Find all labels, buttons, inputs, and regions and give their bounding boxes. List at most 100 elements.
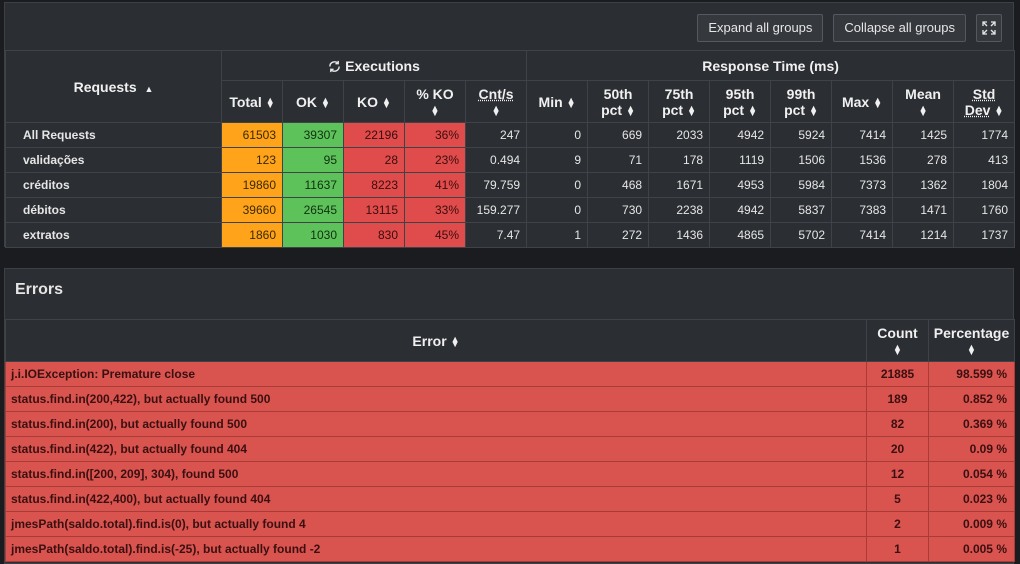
error-message: status.find.in([200, 209], 304), found 5…: [5, 461, 867, 487]
cell-total: 123: [221, 147, 283, 173]
error-pct: 0.054 %: [928, 461, 1015, 487]
col-std-dev[interactable]: Std Dev ▲ ▼: [953, 80, 1016, 123]
cell-cnt: 247: [464, 122, 528, 148]
fullscreen-button[interactable]: [976, 14, 1002, 42]
cell-p75: 2033: [648, 122, 711, 148]
cell-mean: 278: [892, 147, 955, 173]
error-pct: 0.09 %: [928, 436, 1015, 462]
cell-total: 61503: [221, 122, 283, 148]
error-pct: 0.852 %: [928, 386, 1015, 412]
error-row: jmesPath(saldo.total).find.is(0), but ac…: [5, 511, 1015, 537]
sort-icon: ▲ ▼: [491, 102, 501, 118]
toolbar: Expand all groups Collapse all groups: [697, 14, 1002, 42]
sort-icon: ▲ ▼: [382, 94, 391, 110]
cell-p95: 4865: [709, 222, 772, 248]
col-p95[interactable]: 95th pct ▲ ▼: [709, 80, 772, 123]
error-pct: 0.005 %: [928, 536, 1015, 562]
error-pct: 0.009 %: [928, 511, 1015, 537]
sort-icon: ▲ ▼: [321, 94, 330, 110]
error-count: 1: [866, 536, 929, 562]
col-max[interactable]: Max ▲ ▼: [831, 80, 894, 123]
request-row[interactable]: débitos 39660 26545 13115 33% 159.277 0 730 2238…: [5, 197, 1016, 223]
request-row[interactable]: créditos 19860 11637 8223 41% 79.759 0 468 1671 4…: [5, 172, 1016, 198]
col-pct-ko[interactable]: % KO ▲ ▼: [404, 80, 466, 123]
cell-mean: 1214: [892, 222, 955, 248]
cell-ok: 26545: [282, 197, 344, 223]
cell-std: 1774: [953, 122, 1016, 148]
cell-cnt: 159.277: [464, 197, 528, 223]
expand-all-groups-button[interactable]: Expand all groups: [697, 14, 824, 42]
cell-name[interactable]: validações: [5, 147, 222, 173]
cell-p99: 5837: [770, 197, 833, 223]
error-row: status.find.in(422), but actually found …: [5, 436, 1015, 462]
cell-p50: 468: [587, 172, 650, 198]
col-p75[interactable]: 75th pct ▲ ▼: [648, 80, 711, 123]
cell-ok: 1030: [282, 222, 344, 248]
col-min[interactable]: Min ▲ ▼: [526, 80, 589, 123]
all-requests-row[interactable]: All Requests 61503 39307 22196 36% 247 0 669 203…: [5, 122, 1016, 148]
cell-pko: 23%: [404, 147, 466, 173]
cell-name[interactable]: All Requests: [5, 122, 222, 148]
requests-column-header[interactable]: Requests ▲: [5, 50, 222, 123]
error-row: status.find.in(200), but actually found …: [5, 411, 1015, 437]
col-mean[interactable]: Mean ▲ ▼: [892, 80, 955, 123]
error-message: status.find.in(200,422), but actually fo…: [5, 386, 867, 412]
cell-p50: 669: [587, 122, 650, 148]
error-message: status.find.in(200), but actually found …: [5, 411, 867, 437]
error-pct: 98.599 %: [928, 361, 1015, 387]
cell-min: 0: [526, 122, 589, 148]
cell-ko: 22196: [343, 122, 405, 148]
cell-p95: 4942: [709, 197, 772, 223]
col-error[interactable]: Error ▲ ▼: [5, 319, 867, 362]
cell-min: 0: [526, 197, 589, 223]
error-row: status.find.in([200, 209], 304), found 5…: [5, 461, 1015, 487]
cell-min: 0: [526, 172, 589, 198]
cell-p99: 5702: [770, 222, 833, 248]
sort-icon: ▲ ▼: [873, 94, 883, 110]
request-row[interactable]: validações 123 95 28 23% 0.494 9 71 178 1119 1506 1…: [5, 147, 1016, 173]
error-message: status.find.in(422,400), but actually fo…: [5, 486, 867, 512]
col-cnt-per-sec[interactable]: Cnt/s ▲ ▼: [464, 80, 528, 123]
cell-max: 7383: [831, 197, 894, 223]
error-row: status.find.in(422,400), but actually fo…: [5, 486, 1015, 512]
cell-ko: 28: [343, 147, 405, 173]
cell-ko: 830: [343, 222, 405, 248]
cell-name[interactable]: débitos: [5, 197, 222, 223]
cell-ok: 11637: [282, 172, 344, 198]
col-p99[interactable]: 99th pct ▲ ▼: [770, 80, 833, 123]
cell-p75: 178: [648, 147, 711, 173]
error-count: 12: [866, 461, 929, 487]
cell-ko: 8223: [343, 172, 405, 198]
cell-pko: 41%: [404, 172, 466, 198]
request-row[interactable]: extratos 1860 1030 830 45% 7.47 1 272 1436 4865 57…: [5, 222, 1016, 248]
cell-name[interactable]: créditos: [5, 172, 222, 198]
cell-pko: 45%: [404, 222, 466, 248]
error-message: status.find.in(422), but actually found …: [5, 436, 867, 462]
response-time-group-header: Response Time (ms): [526, 50, 1016, 81]
cell-p99: 5984: [770, 172, 833, 198]
cell-name[interactable]: extratos: [5, 222, 222, 248]
cell-max: 7414: [831, 122, 894, 148]
cell-ok: 39307: [282, 122, 344, 148]
col-total[interactable]: Total ▲ ▼: [221, 80, 283, 123]
sort-icon: ▲ ▼: [994, 102, 1004, 118]
error-count: 5: [866, 486, 929, 512]
collapse-all-groups-button[interactable]: Collapse all groups: [833, 14, 966, 42]
error-message: jmesPath(saldo.total).find.is(-25), but …: [5, 536, 867, 562]
col-ok[interactable]: OK ▲ ▼: [282, 80, 344, 123]
cell-p75: 1436: [648, 222, 711, 248]
col-count[interactable]: Count ▲ ▼: [866, 319, 929, 362]
cell-p99: 5924: [770, 122, 833, 148]
col-p50[interactable]: 50th pct ▲ ▼: [587, 80, 650, 123]
cell-max: 7414: [831, 222, 894, 248]
error-message: j.i.IOException: Premature close: [5, 361, 867, 387]
col-ko[interactable]: KO ▲ ▼: [343, 80, 405, 123]
error-count: 20: [866, 436, 929, 462]
cell-p50: 71: [587, 147, 650, 173]
cell-cnt: 7.47: [464, 222, 528, 248]
cell-total: 39660: [221, 197, 283, 223]
col-percentage[interactable]: Percentage ▲ ▼: [928, 319, 1015, 362]
sort-icon: ▲ ▼: [430, 102, 440, 118]
cell-mean: 1425: [892, 122, 955, 148]
cell-std: 413: [953, 147, 1016, 173]
